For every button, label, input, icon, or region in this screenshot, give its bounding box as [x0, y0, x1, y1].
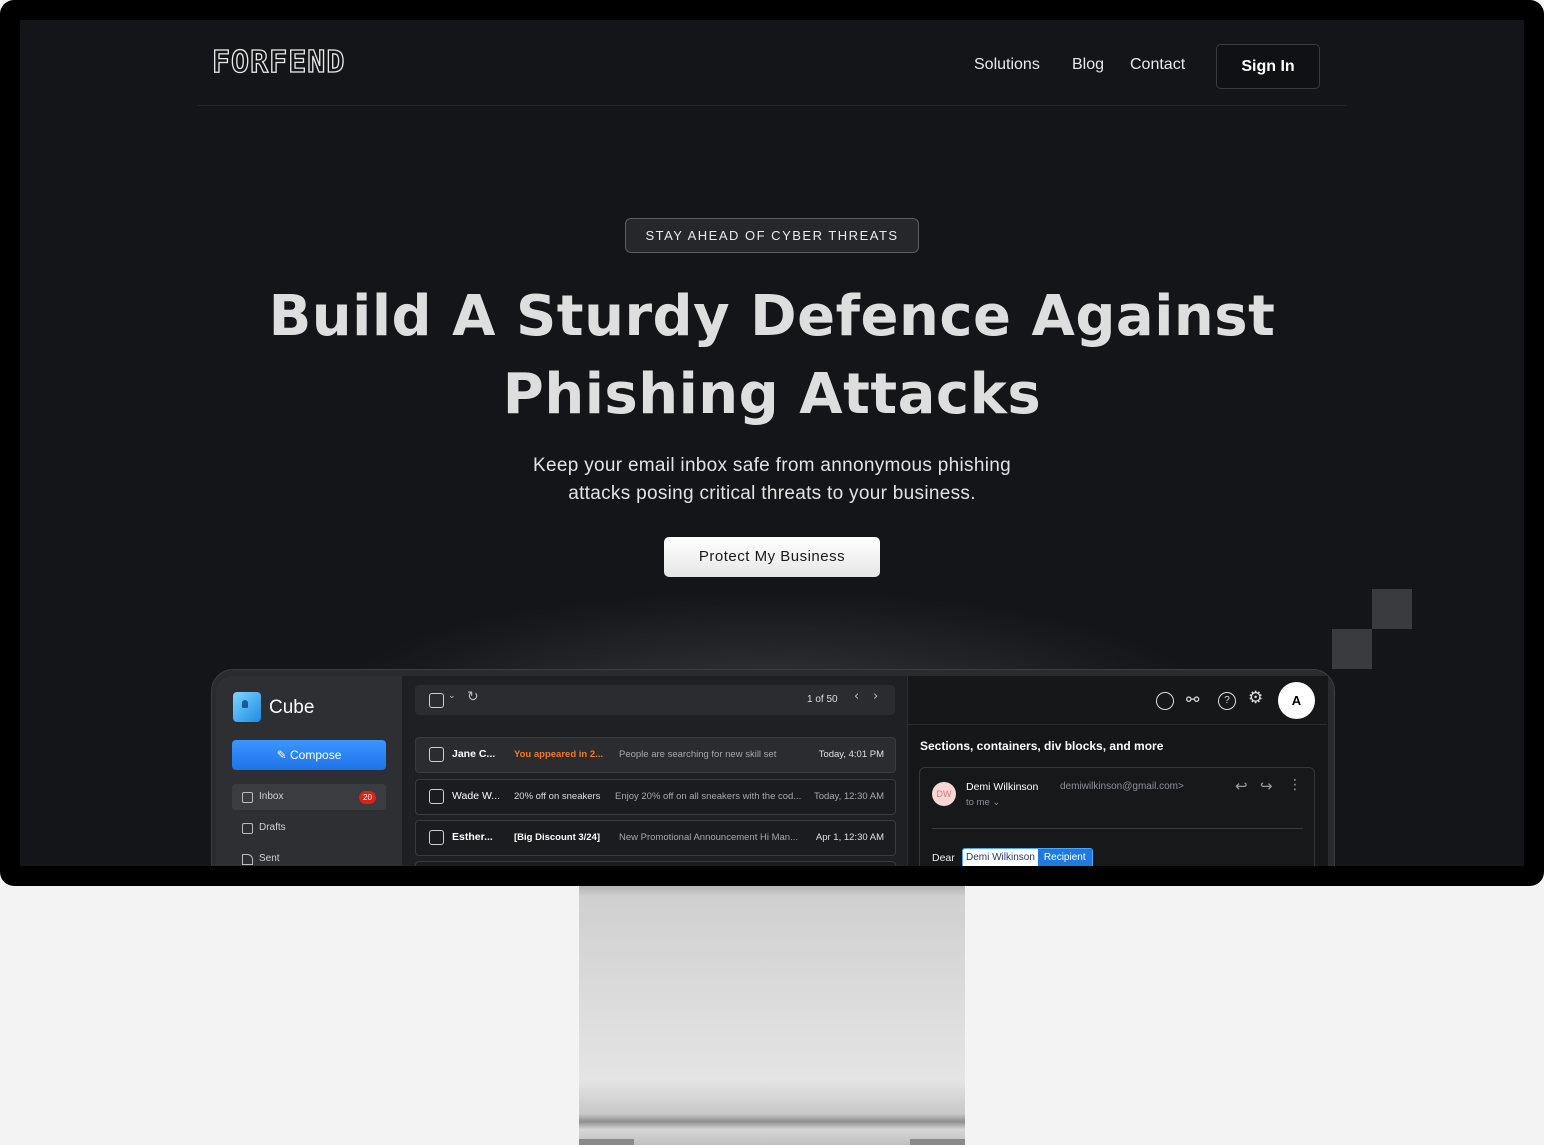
sidebar-item-label: Drafts	[259, 822, 286, 833]
sender-name: Demi Wilkinson	[966, 781, 1039, 793]
nav-link-solutions[interactable]: Solutions	[974, 56, 1040, 74]
brand-logo[interactable]: FORFEND	[211, 44, 345, 80]
hero-headline: Build A Sturdy Defence Against Phishing …	[20, 278, 1524, 434]
drafts-icon	[242, 823, 253, 834]
headline-line-2: Phishing Attacks	[502, 362, 1042, 427]
email-sender: Wade W...	[452, 790, 501, 802]
recipient-toggle[interactable]: to me ⌄	[966, 797, 1000, 808]
chevron-left-icon[interactable]: ‹	[854, 689, 859, 704]
sidebar-item-inbox[interactable]: Inbox 20	[232, 784, 386, 810]
inbox-count-badge: 20	[359, 791, 376, 804]
mail-subject: Sections, containers, div blocks, and mo…	[920, 739, 1164, 753]
sign-in-button[interactable]: Sign In	[1216, 44, 1320, 89]
email-preview: New Promotional Announcement Hi Man...	[619, 832, 799, 843]
top-nav: FORFEND Solutions Blog Contact Sign In	[198, 20, 1346, 106]
nav-link-blog[interactable]: Blog	[1072, 56, 1104, 74]
email-checkbox[interactable]	[429, 747, 444, 762]
email-sender: Esther...	[452, 831, 493, 843]
chevron-right-icon[interactable]: ›	[873, 689, 878, 704]
sidebar-item-label: Sent	[259, 853, 280, 864]
help-icon[interactable]: ?	[1218, 692, 1236, 710]
sidebar-item-label: Inbox	[259, 791, 284, 802]
email-checkbox[interactable]	[429, 830, 444, 845]
monitor-frame: FORFEND Solutions Blog Contact Sign In S…	[0, 0, 1544, 886]
nav-link-contact[interactable]: Contact	[1130, 56, 1185, 74]
reader-divider	[907, 724, 1327, 725]
forward-icon[interactable]: ↪	[1260, 777, 1273, 795]
stand-foot	[910, 1139, 965, 1145]
email-time: Today, 12:30 AM	[813, 791, 884, 802]
sidebar-item-drafts[interactable]: Drafts	[232, 815, 386, 841]
chevron-down-icon[interactable]: ⌄	[448, 691, 456, 701]
send-icon	[242, 854, 253, 865]
sender-avatar: DW	[932, 782, 956, 806]
email-time: Today, 4:01 PM	[818, 749, 884, 760]
reply-icon[interactable]: ↩	[1235, 777, 1248, 795]
pencil-icon: ✎	[276, 748, 291, 762]
search-icon[interactable]	[1156, 692, 1174, 710]
email-subject: [Big Discount 3/24]	[514, 832, 601, 843]
app-name: Cube	[269, 697, 315, 718]
cube-logo-icon	[233, 692, 261, 722]
decor-square	[1332, 629, 1372, 669]
chip-tag: Recipient	[1037, 849, 1092, 866]
protect-business-button[interactable]: Protect My Business	[664, 537, 880, 577]
sidebar-item-sent[interactable]: Sent	[232, 846, 386, 866]
select-all-checkbox[interactable]	[429, 693, 444, 708]
email-subject: You appeared in 2...	[514, 749, 604, 760]
link-icon[interactable]: ⚯	[1186, 690, 1199, 709]
chevron-down-icon: ⌄	[992, 797, 1001, 808]
mail-divider	[932, 828, 1303, 829]
mail-greeting: Dear	[932, 852, 955, 864]
email-row[interactable]: Wade W... 20% off on sneakers Enjoy 20% …	[415, 779, 896, 815]
recipient-chip[interactable]: Demi Wilkinson Recipient	[962, 848, 1093, 866]
email-sender: Jane C...	[452, 748, 496, 760]
headline-line-1: Build A Sturdy Defence Against	[268, 284, 1276, 349]
compose-button[interactable]: ✎ Compose	[232, 740, 386, 770]
email-preview: Enjoy 20% off on all sneakers with the c…	[615, 791, 802, 802]
hero-badge: STAY AHEAD OF CYBER THREATS	[625, 218, 919, 253]
sender-email: demiwilkinson@gmail.com>	[1060, 781, 1184, 792]
more-vertical-icon[interactable]: ⋮	[1288, 777, 1302, 793]
monitor-stand	[579, 886, 965, 1145]
stand-foot	[579, 1139, 634, 1145]
pagination-text: 1 of 50	[807, 694, 838, 705]
refresh-icon[interactable]: ↻	[467, 689, 479, 705]
email-row[interactable]	[415, 861, 896, 866]
inbox-icon	[242, 792, 253, 803]
email-time: Apr 1, 12:30 AM	[815, 832, 884, 843]
user-avatar[interactable]: A	[1278, 682, 1315, 719]
compose-label: Compose	[290, 748, 342, 762]
gear-icon[interactable]: ⚙	[1248, 688, 1263, 708]
email-preview: People are searching for new skill set	[619, 749, 777, 760]
email-row[interactable]: Esther... [Big Discount 3/24] New Promot…	[415, 820, 896, 856]
recipient-label: to me	[966, 797, 990, 808]
chip-name: Demi Wilkinson	[966, 852, 1035, 863]
website-screen: FORFEND Solutions Blog Contact Sign In S…	[20, 20, 1524, 866]
decor-square	[1372, 589, 1412, 629]
email-row[interactable]: Jane C... You appeared in 2... People ar…	[415, 737, 896, 773]
email-subject: 20% off on sneakers	[514, 791, 601, 802]
hero-subtitle: Keep your email inbox safe from annonymo…	[490, 452, 1054, 508]
subtitle-line-1: Keep your email inbox safe from annonymo…	[533, 455, 1011, 476]
email-checkbox[interactable]	[429, 789, 444, 804]
subtitle-line-2: attacks posing critical threats to your …	[568, 483, 976, 504]
